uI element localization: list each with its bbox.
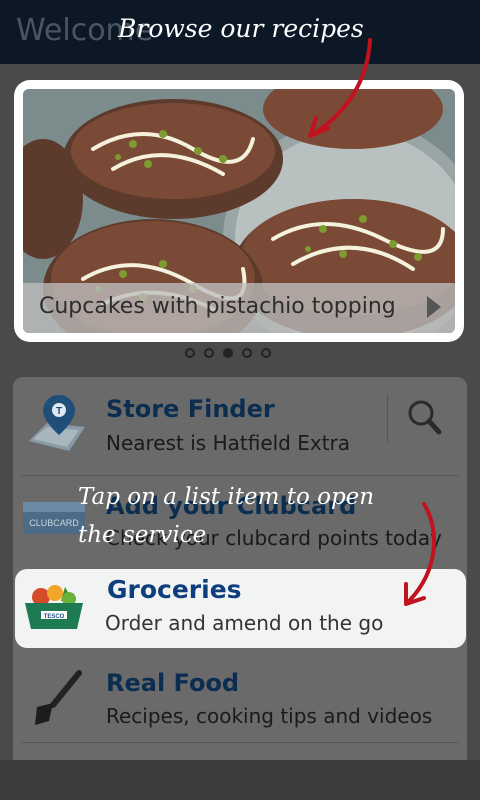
annotation-tap-line1: Tap on a list item to open — [78, 484, 375, 510]
recipe-carousel[interactable]: Cupcakes with pistachio topping — [14, 80, 464, 342]
real-food-subtitle: Recipes, cooking tips and videos — [106, 704, 433, 728]
caption-bar[interactable]: Cupcakes with pistachio topping — [23, 283, 455, 333]
list-item-real-food[interactable]: Real Food Recipes, cooking tips and vide… — [13, 669, 467, 739]
recipe-caption: Cupcakes with pistachio topping — [39, 294, 396, 319]
svg-text:T: T — [56, 406, 62, 417]
page-dot[interactable] — [242, 348, 252, 358]
nearest-label: Nearest — [106, 431, 184, 455]
svg-text:CLUBCARD: CLUBCARD — [29, 518, 79, 528]
annotation-tap-line2: the service — [78, 522, 207, 548]
bottom-edge — [0, 760, 480, 800]
carousel-page-indicator — [185, 348, 271, 362]
store-finder-subtitle: Nearest is Hatfield Extra — [106, 431, 350, 455]
recipe-image[interactable]: Cupcakes with pistachio topping — [23, 89, 455, 333]
next-arrow-icon[interactable] — [427, 296, 441, 318]
divider — [387, 395, 388, 443]
page-dot[interactable] — [261, 348, 271, 358]
row-divider — [21, 742, 459, 743]
nearest-store-name: Hatfield Extra — [212, 431, 351, 455]
arrow-down-icon — [404, 502, 436, 606]
groceries-subtitle: Order and amend on the go — [105, 611, 384, 635]
map-pin-icon: T — [29, 395, 85, 451]
search-icon[interactable] — [389, 387, 459, 447]
page-dot-active[interactable] — [223, 348, 233, 358]
groceries-title: Groceries — [107, 575, 242, 604]
page-dot[interactable] — [204, 348, 214, 358]
list-item-store-finder[interactable]: T Store Finder Nearest is Hatfield Extra — [13, 377, 467, 475]
arrow-down-left-icon — [308, 38, 372, 138]
page-dot[interactable] — [185, 348, 195, 358]
real-food-title: Real Food — [106, 669, 240, 697]
grocery-basket-icon: TESCO — [25, 585, 83, 629]
store-finder-title: Store Finder — [106, 395, 275, 423]
spatula-icon — [35, 670, 82, 725]
svg-text:TESCO: TESCO — [44, 614, 65, 620]
is-label: is — [190, 431, 207, 455]
